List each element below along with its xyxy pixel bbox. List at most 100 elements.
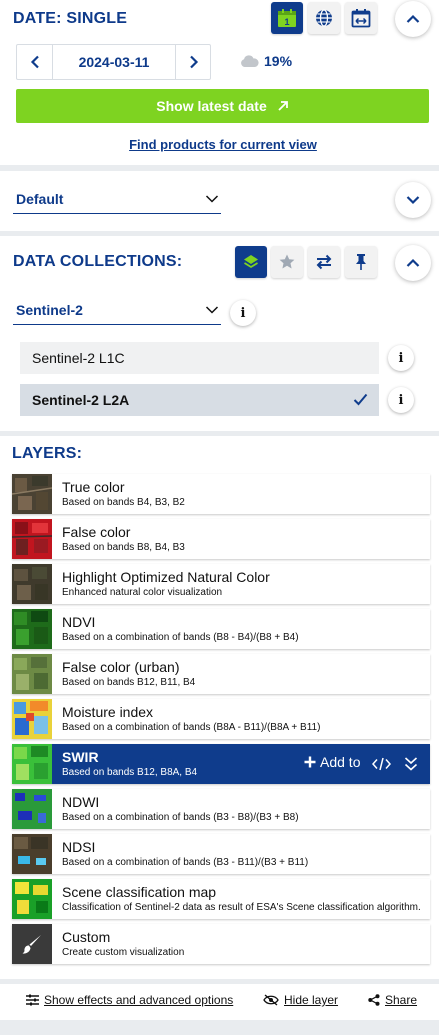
layer-thumbnail <box>12 879 52 919</box>
collapse-date-button[interactable] <box>395 1 431 37</box>
next-date-button[interactable] <box>175 45 211 79</box>
code-button[interactable] <box>371 756 392 777</box>
sliders-icon <box>26 994 39 1006</box>
layer-title: NDSI <box>62 839 96 855</box>
layer-item-highlight-optimized-natural-color[interactable]: Highlight Optimized Natural Color Enhanc… <box>12 564 430 604</box>
layer-title: False color <box>62 524 131 540</box>
data-collections-title: DATA COLLECTIONS: <box>13 253 183 270</box>
add-to-label: Add to <box>320 754 361 770</box>
effects-link[interactable]: Show effects and advanced options <box>26 993 233 1007</box>
calendar-day: 1 <box>284 17 289 27</box>
date-input[interactable]: 2024-03-11 <box>53 45 175 79</box>
share-label: Share <box>385 993 418 1007</box>
hide-layer-label: Hide layer <box>284 993 339 1007</box>
theme-select-value: Default <box>16 191 64 207</box>
show-latest-date-label: Show latest date <box>156 98 267 114</box>
layer-title: Moisture index <box>62 704 154 720</box>
layer-item-scene-classification-map[interactable]: Scene classification map Classification … <box>12 879 430 919</box>
layer-title: False color (urban) <box>62 659 180 675</box>
layers-icon <box>244 255 258 269</box>
layer-description: Based on a combination of bands (B3 - B8… <box>62 812 299 823</box>
collection-item-label: Sentinel-2 L2A <box>32 392 130 408</box>
date-range-mode-button[interactable] <box>345 2 377 34</box>
expand-theme-button[interactable] <box>395 182 431 218</box>
collection-select-value: Sentinel-2 <box>16 302 83 318</box>
layer-description: Create custom visualization <box>62 947 185 958</box>
mosaic-mode-button[interactable] <box>308 2 340 34</box>
layer-thumbnail <box>12 519 52 559</box>
layer-title: NDWI <box>62 794 100 810</box>
previous-date-button[interactable] <box>17 45 53 79</box>
layer-title: Custom <box>62 929 111 945</box>
layer-description: Based on a combination of bands (B8A - B… <box>62 722 321 733</box>
layer-thumbnail <box>12 564 52 604</box>
cloud-coverage: 19% <box>240 53 292 69</box>
pins-tab-button[interactable] <box>345 246 377 278</box>
layer-item-swir[interactable]: SWIR Based on bands B12, B8A, B4 Add to <box>12 744 430 784</box>
layer-thumbnail <box>12 474 52 514</box>
globe-icon <box>316 9 332 27</box>
layer-thumbnail <box>12 834 52 874</box>
layer-item-false-color-urban[interactable]: False color (urban) Based on bands B12, … <box>12 654 430 694</box>
chevron-down-icon <box>406 196 420 205</box>
layer-item-false-color[interactable]: False color Based on bands B8, B4, B3 <box>12 519 430 559</box>
layer-title: True color <box>62 479 125 495</box>
layer-item-moisture-index[interactable]: Moisture index Based on a combination of… <box>12 699 430 739</box>
layer-description: Classification of Sentinel-2 data as res… <box>62 902 421 913</box>
l2a-info-icon[interactable]: i <box>388 387 414 413</box>
share-icon <box>368 994 380 1006</box>
layer-title: Scene classification map <box>62 884 217 900</box>
collection-item-l2a[interactable]: Sentinel-2 L2A <box>20 384 379 416</box>
layer-thumbnail <box>12 609 52 649</box>
date-panel: DATE: SINGLE 1 2024-03-11 19% Show lates… <box>0 0 439 165</box>
double-chevron-down-icon <box>404 757 418 771</box>
layer-item-custom[interactable]: Custom Create custom visualization <box>12 924 430 964</box>
layer-item-ndwi[interactable]: NDWI Based on a combination of bands (B3… <box>12 789 430 829</box>
layer-description: Enhanced natural color visualization <box>62 587 223 598</box>
compare-tab-button[interactable] <box>308 246 340 278</box>
date-picker: 2024-03-11 <box>16 44 211 80</box>
add-to-button[interactable]: Add to <box>304 754 360 770</box>
theme-panel: Default <box>0 171 439 231</box>
plus-icon <box>304 756 316 768</box>
date-panel-title: DATE: SINGLE <box>13 10 128 27</box>
layer-item-ndvi[interactable]: NDVI Based on a combination of bands (B8… <box>12 609 430 649</box>
find-products-link[interactable]: Find products for current view <box>0 137 439 152</box>
layers-tab-button[interactable] <box>235 246 267 278</box>
chevron-left-icon <box>30 55 39 69</box>
cloud-coverage-value: 19% <box>264 53 293 69</box>
effects-label: Show effects and advanced options <box>44 993 234 1007</box>
checkmark-icon <box>353 393 368 406</box>
layer-item-ndsi[interactable]: NDSI Based on a combination of bands (B3… <box>12 834 430 874</box>
single-date-mode-button[interactable]: 1 <box>271 2 303 34</box>
favorites-tab-button[interactable] <box>271 246 303 278</box>
pin-icon <box>356 254 366 270</box>
calendar-single-icon: 1 <box>278 9 296 27</box>
expand-layer-button[interactable] <box>404 756 418 777</box>
layer-thumbnail <box>12 924 52 964</box>
l1c-info-icon[interactable]: i <box>388 345 414 371</box>
layer-item-true-color[interactable]: True color Based on bands B4, B3, B2 <box>12 474 430 514</box>
code-icon <box>371 757 392 771</box>
layer-thumbnail <box>12 654 52 694</box>
collection-item-l1c[interactable]: Sentinel-2 L1C <box>20 342 379 374</box>
share-link[interactable]: Share <box>368 993 417 1007</box>
layers-title: LAYERS: <box>12 445 83 462</box>
layer-title: Highlight Optimized Natural Color <box>62 569 270 585</box>
hide-layer-link[interactable]: Hide layer <box>263 993 338 1007</box>
layer-thumbnail <box>12 699 52 739</box>
show-latest-date-button[interactable]: Show latest date <box>16 89 429 123</box>
collapse-collections-button[interactable] <box>395 245 431 281</box>
star-icon <box>279 254 295 269</box>
collection-select[interactable]: Sentinel-2 <box>13 298 221 325</box>
eye-slash-icon <box>263 994 279 1006</box>
paintbrush-icon <box>22 935 41 954</box>
chevron-down-icon <box>205 306 219 314</box>
layer-description: Based on bands B8, B4, B3 <box>62 542 185 553</box>
collection-info-icon[interactable]: i <box>230 300 256 326</box>
collection-item-label: Sentinel-2 L1C <box>32 350 125 366</box>
chevron-up-icon <box>406 258 420 267</box>
layer-description: Based on a combination of bands (B8 - B4… <box>62 632 299 643</box>
swap-arrows-icon <box>316 254 332 270</box>
theme-select[interactable]: Default <box>13 187 221 214</box>
